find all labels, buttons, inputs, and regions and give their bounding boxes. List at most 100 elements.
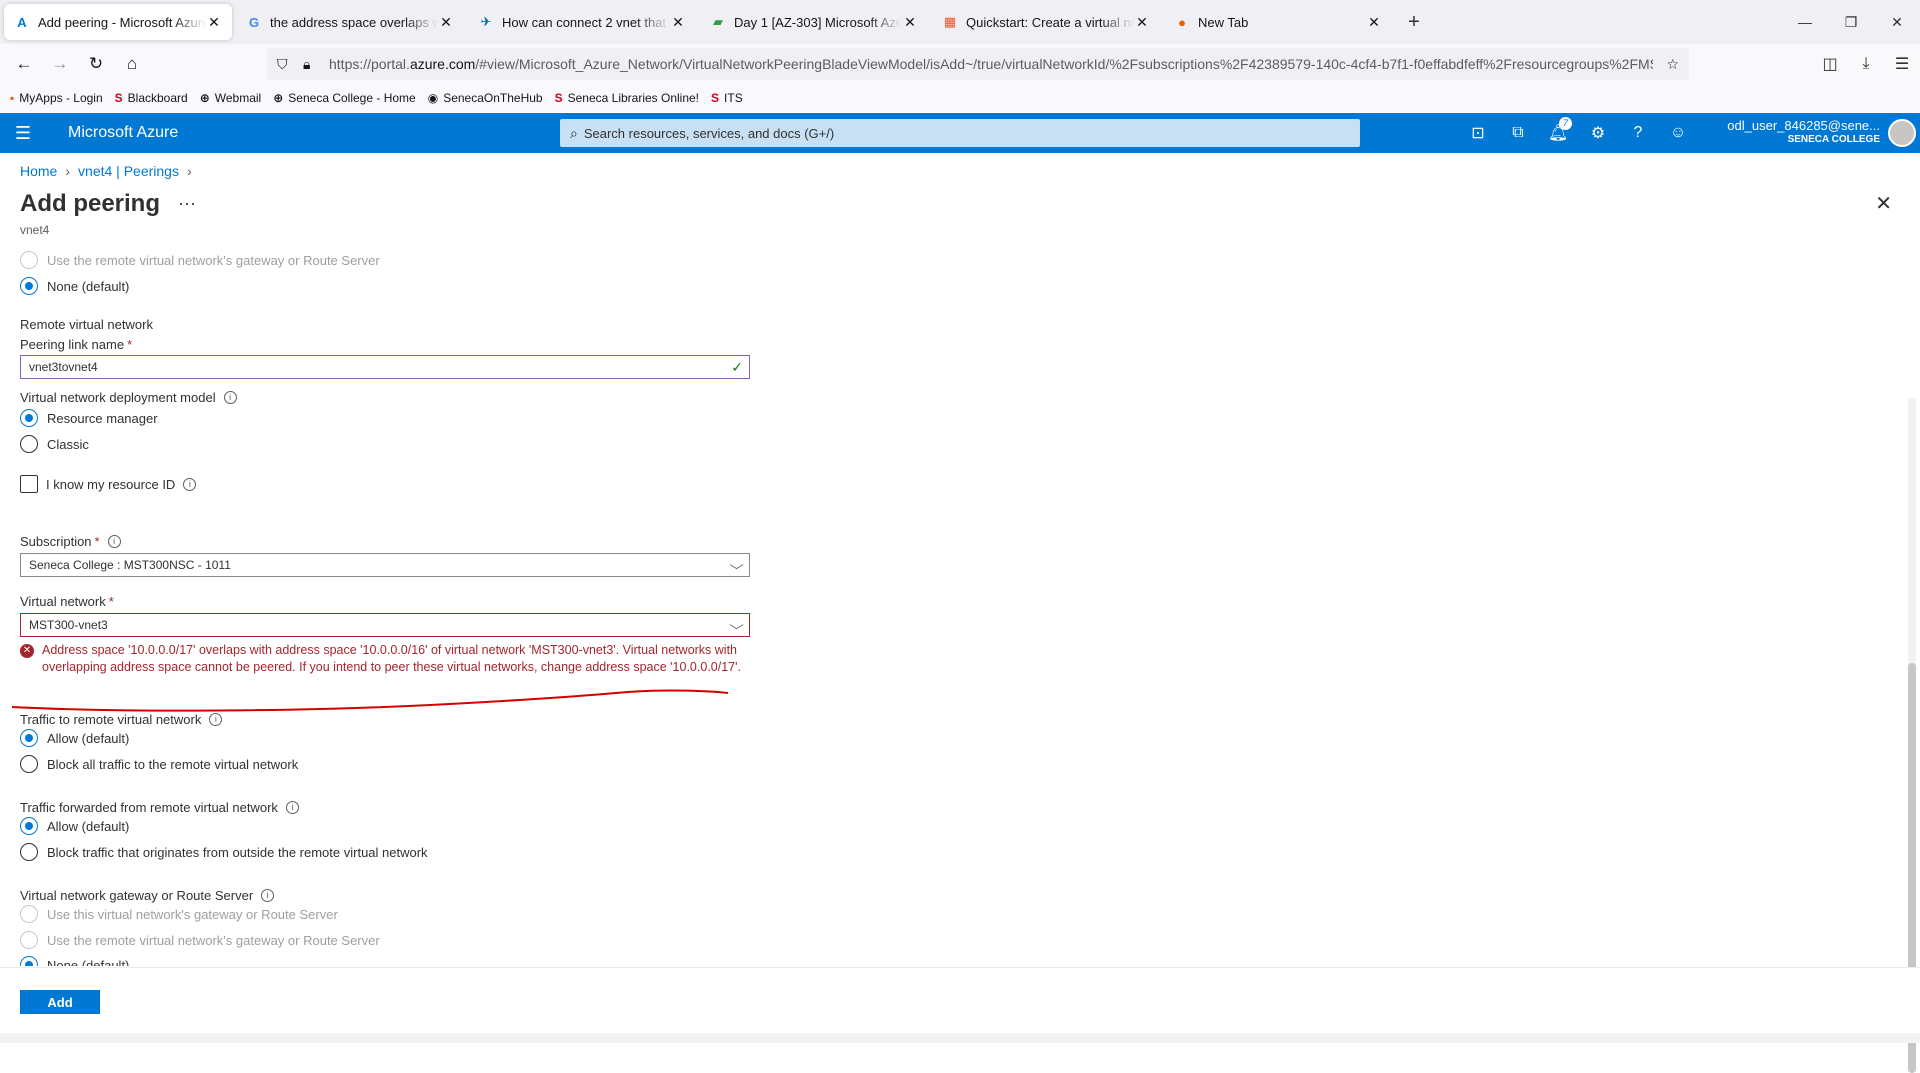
- peering-link-input[interactable]: vnet3tovnet4 ✓: [20, 355, 750, 379]
- radio-label: Classic: [47, 436, 89, 452]
- minimize-icon[interactable]: —: [1782, 0, 1828, 44]
- azure-brand[interactable]: Microsoft Azure: [68, 124, 178, 142]
- tab-close-icon[interactable]: ✕: [670, 14, 686, 31]
- browser-tab[interactable]: ● New Tab ✕: [1164, 4, 1392, 40]
- checkbox-box: [20, 475, 38, 493]
- restore-icon[interactable]: ❐: [1828, 0, 1874, 44]
- settings-gear-icon[interactable]: ⚙: [1578, 123, 1618, 143]
- tab-title: How can connect 2 vnet that ha: [502, 14, 670, 30]
- radio-top-gateway-remote[interactable]: Use the remote virtual network's gateway…: [20, 251, 380, 269]
- address-bar[interactable]: ⛉ 🔒︎ https://portal.azure.com/#view/Micr…: [267, 48, 1689, 80]
- help-icon[interactable]: ?: [1618, 124, 1658, 142]
- breadcrumb-peerings[interactable]: vnet4 | Peerings: [78, 163, 179, 179]
- bookmark-item[interactable]: S Seneca Libraries Online!: [555, 91, 699, 105]
- directory-filter-icon[interactable]: ⧉: [1498, 124, 1538, 142]
- blade-footer: Add: [0, 967, 1920, 1033]
- checkmark-icon: ✓: [731, 358, 743, 375]
- account-info[interactable]: odl_user_846285@sene... SENECA COLLEGE: [1727, 118, 1880, 145]
- bottom-strip: [0, 1033, 1920, 1043]
- tab-close-icon[interactable]: ✕: [438, 14, 454, 31]
- bookmark-star-icon[interactable]: ☆: [1653, 56, 1679, 73]
- browser-toolbar-right: ◫ ⤓ ☰: [1812, 44, 1920, 84]
- browser-tab[interactable]: Gthe address space overlaps with ✕: [236, 4, 464, 40]
- radio-resource-manager[interactable]: Resource manager: [20, 409, 158, 427]
- info-icon[interactable]: i: [223, 391, 237, 404]
- bookmark-icon: ▪: [10, 91, 15, 105]
- virtual-network-value: MST300-vnet3: [29, 618, 108, 632]
- back-arrow-icon[interactable]: ←: [6, 48, 42, 80]
- radio-gateway-this[interactable]: Use this virtual network's gateway or Ro…: [20, 905, 338, 923]
- checkbox-label: I know my resource ID: [46, 476, 176, 492]
- tab-close-icon[interactable]: ✕: [1366, 14, 1382, 31]
- bookmark-item[interactable]: S ITS: [711, 91, 743, 105]
- know-resource-id-checkbox[interactable]: I know my resource ID i: [20, 475, 197, 493]
- overlap-error-message: ✕ Address space '10.0.0.0/17' overlaps w…: [20, 642, 750, 676]
- browser-tab[interactable]: ▦ Quickstart: Create a virtual netw ✕: [932, 4, 1160, 40]
- virtual-network-dropdown[interactable]: MST300-vnet3 ⌵: [20, 613, 750, 637]
- info-icon[interactable]: i: [183, 477, 197, 491]
- hamburger-menu-icon[interactable]: ☰: [0, 123, 46, 144]
- info-icon[interactable]: i: [107, 535, 121, 548]
- breadcrumb-home[interactable]: Home: [20, 163, 57, 179]
- tab-favicon-icon: G: [248, 14, 260, 30]
- lock-icon[interactable]: 🔒︎: [303, 56, 329, 73]
- tab-favicon-icon: ●: [1178, 14, 1186, 30]
- close-window-icon[interactable]: ✕: [1874, 0, 1920, 44]
- bookmark-item[interactable]: ⊕ Webmail: [200, 91, 262, 105]
- bookmark-item[interactable]: ⊕ Seneca College - Home: [273, 91, 415, 105]
- virtual-network-label: Virtual network *: [20, 594, 114, 609]
- close-icon[interactable]: ✕: [1875, 191, 1892, 216]
- info-icon[interactable]: i: [285, 801, 299, 814]
- shield-icon[interactable]: ⛉: [277, 56, 303, 73]
- browser-tab[interactable]: ▰ Day 1 [AZ-303] Microsoft Azure ✕: [700, 4, 928, 40]
- radio-circle: [20, 435, 38, 453]
- browser-tab[interactable]: A Add peering - Microsoft Azure ✕: [4, 4, 232, 40]
- blade-content: Home › vnet4 | Peerings › Add peering ··…: [0, 153, 1920, 1073]
- radio-gateway-none[interactable]: None (default): [20, 956, 129, 966]
- bookmark-label: Seneca Libraries Online!: [567, 91, 700, 105]
- bookmarks-bar: ▪ MyApps - Login S Blackboard ⊕ Webmail ⊕ Senec…: [0, 84, 1920, 112]
- menu-icon[interactable]: ☰: [1884, 54, 1920, 74]
- deployment-model-label: Virtual network deployment model i: [20, 390, 237, 405]
- azure-top-bar: ☰ Microsoft Azure ⌕ Search resources, se…: [0, 113, 1920, 153]
- tab-close-icon[interactable]: ✕: [206, 14, 222, 31]
- radio-traffic-fwd-allow[interactable]: Allow (default): [20, 817, 129, 835]
- cloud-shell-icon[interactable]: ⊡: [1458, 123, 1498, 143]
- avatar[interactable]: [1888, 119, 1916, 147]
- forward-arrow-icon[interactable]: →: [42, 48, 78, 80]
- radio-circle: [20, 409, 38, 427]
- bookmark-label: SenecaOnTheHub: [443, 91, 543, 105]
- tab-close-icon[interactable]: ✕: [902, 14, 918, 31]
- tab-title: the address space overlaps with: [270, 14, 438, 30]
- bookmark-item[interactable]: ◉ SenecaOnTheHub: [428, 91, 543, 105]
- home-icon[interactable]: ⌂: [114, 48, 150, 80]
- bookmark-item[interactable]: S Blackboard: [115, 91, 188, 105]
- global-search-input[interactable]: ⌕ Search resources, services, and docs (…: [560, 119, 1360, 147]
- radio-label: Block all traffic to the remote virtual …: [47, 756, 299, 772]
- radio-top-none[interactable]: None (default): [20, 277, 129, 295]
- radio-traffic-fwd-block[interactable]: Block traffic that originates from outsi…: [20, 843, 428, 861]
- more-options-icon[interactable]: ···: [178, 193, 196, 214]
- radio-traffic-to-allow[interactable]: Allow (default): [20, 729, 129, 747]
- browser-tab[interactable]: ✈ How can connect 2 vnet that ha ✕: [468, 4, 696, 40]
- tab-favicon-icon: ▰: [713, 14, 723, 29]
- notifications-icon[interactable]: 🔔︎ 7: [1538, 117, 1578, 143]
- search-placeholder: Search resources, services, and docs (G+…: [583, 125, 835, 141]
- peering-form: Use the remote virtual network's gateway…: [20, 251, 1900, 966]
- info-icon[interactable]: i: [261, 889, 275, 902]
- radio-traffic-to-block[interactable]: Block all traffic to the remote virtual …: [20, 755, 298, 773]
- bookmark-item[interactable]: ▪ MyApps - Login: [10, 91, 103, 105]
- feedback-icon[interactable]: ☺: [1658, 124, 1698, 142]
- tab-favicon-icon: A: [17, 14, 27, 30]
- reload-icon[interactable]: ↻: [78, 48, 114, 80]
- pocket-icon[interactable]: ◫: [1812, 54, 1848, 74]
- new-tab-button[interactable]: +: [1398, 4, 1430, 40]
- subscription-dropdown[interactable]: Seneca College : MST300NSC - 1011 ⌵: [20, 553, 750, 577]
- tab-title: Day 1 [AZ-303] Microsoft Azure: [734, 14, 902, 30]
- radio-gateway-remote[interactable]: Use the remote virtual network's gateway…: [20, 931, 380, 949]
- tab-close-icon[interactable]: ✕: [1134, 14, 1150, 31]
- radio-classic[interactable]: Classic: [20, 435, 89, 453]
- downloads-icon[interactable]: ⤓: [1848, 55, 1884, 73]
- chevron-right-icon: ›: [65, 163, 71, 179]
- add-button[interactable]: Add: [20, 990, 100, 1014]
